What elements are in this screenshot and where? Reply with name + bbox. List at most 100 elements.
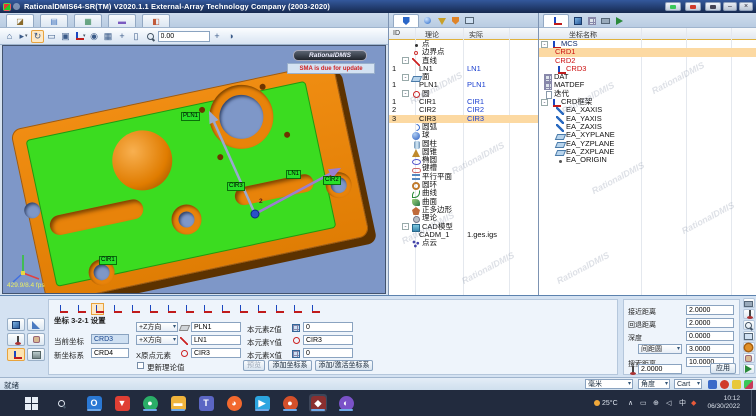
layout-status-icon[interactable] (744, 380, 753, 389)
tray-ime[interactable]: 中 (679, 390, 686, 416)
taskbar-app-app-planet[interactable]: ◐ (337, 394, 355, 412)
tray-alert-icon[interactable]: ◆ (691, 390, 696, 416)
start-button[interactable] (22, 394, 40, 412)
feature-tree-row[interactable]: 点云 (389, 239, 538, 247)
element-measure-button[interactable] (7, 318, 25, 331)
coord-best-fit-button[interactable] (163, 303, 176, 315)
feature-tree-row[interactable]: 圆环 (389, 181, 538, 189)
length-unit-select[interactable]: 毫米 (585, 379, 633, 389)
coordinate-tree-row[interactable]: EA_ORIGIN (539, 156, 756, 164)
coord-rotate-axis-button[interactable] (217, 303, 230, 315)
taskbar-app-wechat[interactable]: ● (141, 394, 159, 412)
coordinate-tool-grid[interactable] (586, 15, 597, 26)
angle-unit-select[interactable]: 角度 (638, 379, 670, 389)
coord-cad-align-button[interactable] (199, 303, 212, 315)
update-theory-checkbox[interactable] (137, 362, 144, 369)
joystick-button[interactable] (705, 2, 721, 11)
orbit-rotate-button[interactable]: ↻ (31, 30, 44, 43)
preview-button[interactable]: 预览 (243, 360, 265, 371)
probe-param-field[interactable] (686, 305, 734, 315)
taskbar-clock[interactable]: 10:12 06/30/2022 (707, 395, 740, 411)
taskbar-app-file-explorer[interactable]: ▬ (169, 394, 187, 412)
feature-tree-row[interactable]: 键槽 (389, 164, 538, 172)
coord-six-point-button[interactable] (127, 303, 140, 315)
pendant-view-button[interactable] (665, 2, 681, 11)
feature-tree-row[interactable]: 曲面 (389, 198, 538, 206)
expand-toggle[interactable]: - (402, 223, 409, 230)
feature-tree-row[interactable]: -直线 (389, 57, 538, 65)
weather-widget[interactable]: 25°C (594, 390, 618, 416)
probe-param-field[interactable] (686, 344, 734, 354)
z-value-field[interactable] (303, 322, 353, 332)
visibility-eye-button[interactable]: ◉ (88, 30, 101, 43)
feature-tree-row[interactable]: 椭圆 (389, 156, 538, 164)
feature-tree-row[interactable]: 正多边形 (389, 206, 538, 214)
select-cursor-button[interactable]: ▸▾ (17, 30, 30, 43)
taskbar-app-teams[interactable]: T (197, 394, 215, 412)
x-direction-select[interactable]: +X方向 (136, 335, 178, 345)
feature-tree-row[interactable]: CADM_11.ges.igs (389, 231, 538, 239)
zoom-window-button[interactable]: ▭ (45, 30, 58, 43)
taskbar-app-outlook[interactable]: O (85, 394, 103, 412)
export-tool-button[interactable] (743, 364, 755, 374)
feature-tree-row[interactable]: 1LN1LN1 (389, 65, 538, 73)
expand-toggle[interactable]: - (402, 57, 409, 64)
feature-label-ln1[interactable]: LN1 (286, 170, 301, 179)
ribbon-tab-communicate[interactable]: ▬ (108, 14, 136, 27)
y-value-field[interactable] (303, 335, 353, 345)
x-element-field[interactable] (191, 335, 241, 345)
x-value-field[interactable] (303, 348, 353, 358)
show-desktop-button[interactable] (751, 390, 756, 416)
coord-3-2-1-button[interactable] (91, 303, 104, 315)
new-coord-field[interactable] (91, 348, 129, 358)
feature-tab-active[interactable] (393, 14, 419, 27)
minimize-button[interactable]: – (723, 2, 737, 11)
view-orientation-button[interactable]: ▾ (73, 30, 87, 43)
feature-tree-row[interactable]: 理论 (389, 214, 538, 222)
probe-tip-field[interactable] (638, 364, 682, 374)
feature-tree-row[interactable]: 1PLN1PLN1 (389, 81, 538, 89)
feature-tree-row[interactable]: -圆 (389, 90, 538, 98)
feature-tree-row[interactable]: 3CIR3CIR3 (389, 115, 538, 123)
feature-tree-row[interactable]: 点 (389, 40, 538, 48)
expand-toggle[interactable]: - (402, 74, 409, 81)
move-element-button[interactable]: + (211, 30, 224, 43)
fit-view-button[interactable]: ▣ (59, 30, 72, 43)
coordinate-tool-cube[interactable] (572, 15, 583, 26)
construct-element-button[interactable] (27, 318, 45, 331)
add-activate-coordinate-button[interactable]: 添加/激活坐标系 (315, 360, 373, 371)
feature-tree-row[interactable]: 圆弧 (389, 123, 538, 131)
probe-part-button[interactable] (27, 333, 45, 346)
coordinate-tree-row[interactable]: MATDEF (539, 81, 756, 89)
feature-tree-row[interactable]: 圆锥 (389, 148, 538, 156)
coordinate-tool-camera[interactable] (600, 15, 611, 26)
feature-tree-row[interactable]: 圆柱 (389, 140, 538, 148)
coord-activate-button[interactable] (307, 303, 320, 315)
tray-monitor-icon[interactable]: ▭ (640, 390, 647, 416)
apply-button[interactable]: 应用 (710, 363, 736, 374)
hand-tool-button[interactable] (743, 353, 755, 363)
feature-tool-funnel[interactable] (436, 15, 447, 26)
coord-plane-line-point-button[interactable] (55, 303, 68, 315)
coord-machine-button[interactable] (253, 303, 266, 315)
taskbar-app-firefox[interactable]: ◕ (225, 394, 243, 412)
coordinate-mode-select[interactable]: Cart (674, 379, 702, 389)
warning-status-icon[interactable] (732, 380, 741, 389)
taskbar-app-telegram[interactable]: ▶ (253, 394, 271, 412)
feature-tree-row[interactable]: -CAD模型 (389, 223, 538, 231)
zoom-scale-input[interactable] (158, 31, 210, 42)
z-element-field[interactable] (191, 322, 241, 332)
feature-label-cir3[interactable]: CIR3 (227, 182, 245, 191)
ribbon-tab-appearance[interactable]: ◧ (142, 14, 170, 27)
probe-manager-button[interactable] (7, 333, 25, 346)
feature-tree-row[interactable]: -面 (389, 73, 538, 81)
feature-tree-row[interactable]: 1CIR1CIR1 (389, 98, 538, 106)
feature-label-cir2[interactable]: CIR2 (323, 176, 341, 185)
joystick-status-icon[interactable] (708, 380, 717, 389)
feature-label-pln1[interactable]: PLN1 (181, 112, 200, 121)
probe-status-button[interactable] (685, 2, 701, 11)
feature-tool-shield-orange[interactable] (450, 15, 461, 26)
probe-tool-button[interactable] (743, 309, 755, 319)
coord-save-button[interactable] (289, 303, 302, 315)
feature-tree-row[interactable]: 球 (389, 131, 538, 139)
